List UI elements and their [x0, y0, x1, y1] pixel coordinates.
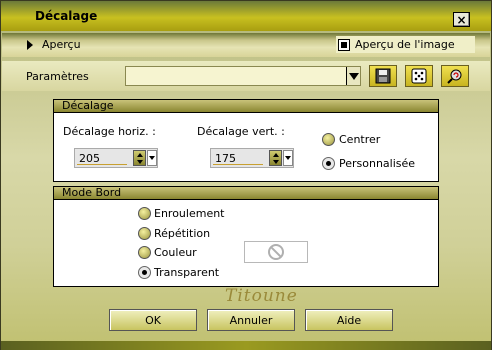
radio-transparent[interactable] [138, 266, 151, 279]
save-preset-button[interactable] [369, 65, 397, 87]
radio-centrer[interactable] [322, 133, 335, 146]
edge-mode-group: Mode Bord [53, 186, 439, 287]
color-swatch[interactable] [244, 241, 308, 263]
bottom-border [1, 341, 491, 350]
arrow-up-icon[interactable] [136, 152, 143, 157]
preview-toggle-label: Aperçu [42, 38, 81, 51]
radio-repetition-label[interactable]: Répétition [154, 227, 210, 240]
cancel-button[interactable]: Annuler [207, 309, 295, 331]
radio-couleur-label[interactable]: Couleur [154, 246, 197, 259]
dialog-window: Décalage × Aperçu Aperçu de l'image Para… [0, 0, 492, 350]
close-icon: × [456, 12, 467, 27]
window-title: Décalage [35, 9, 98, 23]
triangle-right-icon [27, 39, 33, 50]
no-sign-icon [268, 244, 284, 260]
ok-button[interactable]: OK [109, 309, 197, 331]
chevron-down-icon [348, 72, 359, 80]
arrow-down-icon[interactable] [136, 159, 143, 164]
arrow-up-icon[interactable] [272, 152, 279, 157]
random-button[interactable] [405, 65, 433, 87]
params-select[interactable] [125, 66, 361, 86]
help-button[interactable]: Aide [305, 309, 393, 331]
dice-icon [411, 68, 427, 84]
chevron-down-icon [285, 156, 291, 160]
vert-offset-dropdown[interactable] [283, 150, 293, 166]
preview-toggle[interactable]: Aperçu [27, 38, 81, 51]
radio-personnalisee[interactable] [322, 157, 335, 170]
preview-image-label: Aperçu de l'image [355, 38, 455, 51]
radio-transparent-label[interactable]: Transparent [154, 266, 219, 279]
cancel-button-label: Annuler [229, 313, 273, 327]
close-button[interactable]: × [453, 12, 470, 27]
arrow-down-icon[interactable] [272, 159, 279, 164]
vert-offset-arrows[interactable] [269, 150, 282, 166]
radio-enroulement[interactable] [138, 207, 151, 220]
preview-image-check[interactable] [338, 38, 350, 51]
title-bar[interactable]: Décalage × [1, 1, 491, 31]
radio-personnalisee-label[interactable]: Personnalisée [339, 157, 415, 170]
vert-offset-spinner[interactable]: 175 [210, 148, 294, 168]
params-dropdown-button[interactable] [346, 67, 360, 85]
horiz-offset-underline [77, 164, 127, 165]
radio-couleur[interactable] [138, 246, 151, 259]
radio-enroulement-label[interactable]: Enroulement [154, 207, 225, 220]
vert-offset-underline [213, 164, 263, 165]
ok-button-label: OK [145, 313, 161, 327]
params-label: Paramètres [26, 70, 89, 83]
signature-watermark: Titoune [225, 286, 298, 306]
horiz-offset-dropdown[interactable] [147, 150, 157, 166]
reset-button[interactable] [441, 65, 469, 87]
offset-heading: Décalage [54, 100, 438, 113]
horiz-label: Décalage horiz. : [63, 125, 156, 138]
chevron-down-icon [149, 156, 155, 160]
vert-label: Décalage vert. : [197, 125, 285, 138]
floppy-disk-icon [375, 68, 391, 84]
magnifier-reset-icon [447, 69, 462, 84]
radio-repetition[interactable] [138, 227, 151, 240]
horiz-offset-spinner[interactable]: 205 [74, 148, 158, 168]
radio-centrer-label[interactable]: Centrer [339, 133, 380, 146]
horiz-offset-arrows[interactable] [133, 150, 146, 166]
edge-mode-heading: Mode Bord [54, 187, 438, 200]
help-button-label: Aide [336, 313, 362, 327]
preview-image-checkbox[interactable]: Aperçu de l'image [336, 36, 475, 53]
